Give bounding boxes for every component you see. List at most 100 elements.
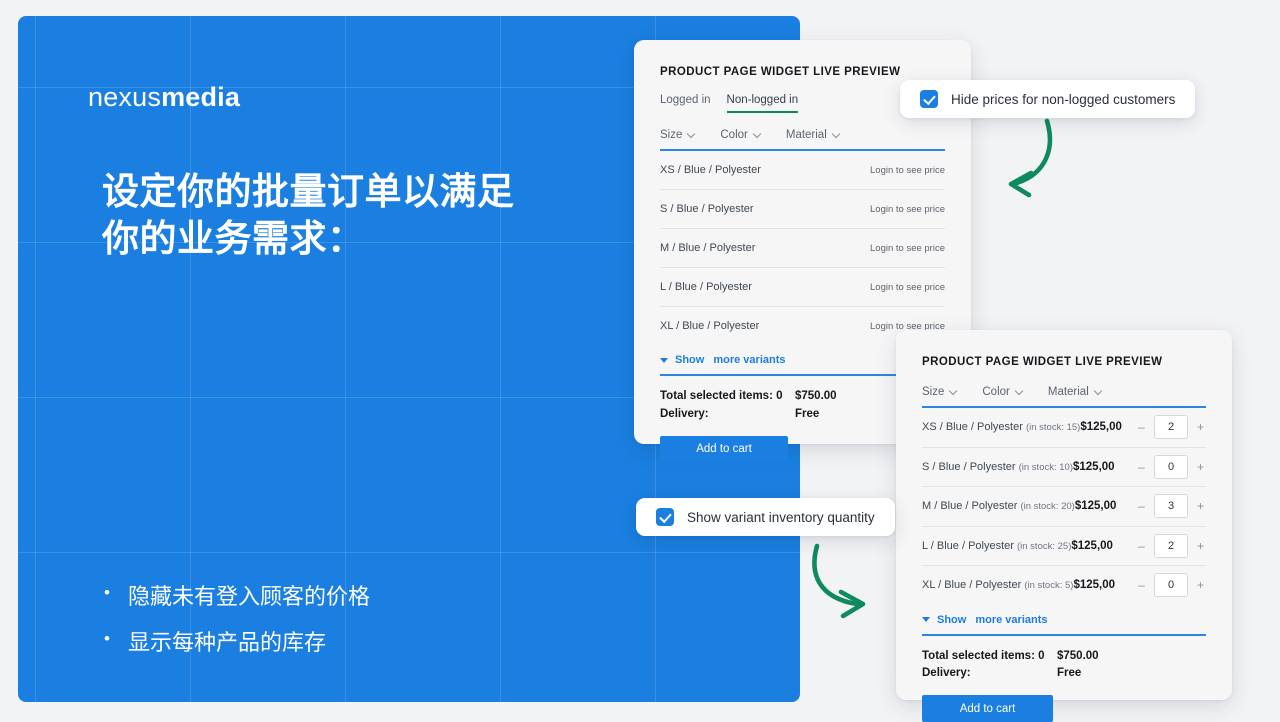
- chevron-down-icon: [688, 131, 696, 139]
- filter-size[interactable]: Size: [660, 129, 696, 141]
- decrement-button[interactable]: –: [1136, 500, 1147, 512]
- callout-hide-prices[interactable]: Hide prices for non-logged customers: [900, 80, 1195, 118]
- increment-button[interactable]: +: [1195, 461, 1206, 473]
- show-more-label-2: more variants: [975, 614, 1047, 626]
- quantity-input[interactable]: 2: [1154, 534, 1188, 558]
- show-more-label-1: Show: [937, 614, 966, 626]
- curved-arrow-icon-show-inventory: [795, 540, 905, 625]
- variant-name: XS / Blue / Polyester: [660, 164, 870, 176]
- filter-material[interactable]: Material: [1048, 386, 1103, 398]
- logo-text-bold: media: [161, 82, 240, 112]
- callout-show-inventory[interactable]: Show variant inventory quantity: [636, 498, 895, 536]
- list-item: 隐藏未有登入顾客的价格: [102, 586, 370, 608]
- variant-name: L / Blue / Polyester (in stock: 25): [922, 540, 1071, 552]
- callout-label: Hide prices for non-logged customers: [951, 92, 1175, 107]
- variant-name: M / Blue / Polyester: [660, 242, 870, 254]
- variant-price: $125,00: [1075, 500, 1136, 512]
- variant-stock: (in stock: 5): [1024, 580, 1073, 591]
- table-row: M / Blue / Polyester (in stock: 20) $125…: [922, 487, 1206, 527]
- list-item: 显示每种产品的库存: [102, 632, 370, 654]
- variant-price-locked: Login to see price: [870, 243, 945, 254]
- callout-label: Show variant inventory quantity: [687, 510, 875, 525]
- quantity-input[interactable]: 2: [1154, 415, 1188, 439]
- increment-button[interactable]: +: [1195, 500, 1206, 512]
- checkbox-checked-icon[interactable]: [656, 508, 674, 526]
- curved-arrow-icon-hide-prices: [975, 115, 1075, 205]
- quantity-stepper: – 0 +: [1136, 455, 1206, 479]
- variant-list: XS / Blue / Polyester Login to see price…: [660, 151, 945, 345]
- tab-logged-in[interactable]: Logged in: [660, 94, 711, 113]
- variant-name: XS / Blue / Polyester (in stock: 15): [922, 421, 1080, 433]
- variant-price: $125,00: [1073, 461, 1136, 473]
- summary-total-value: $750.00: [795, 388, 837, 406]
- variant-title: S / Blue / Polyester: [922, 461, 1016, 473]
- filter-color[interactable]: Color: [720, 129, 761, 141]
- summary-delivery-value: Free: [1057, 665, 1081, 683]
- filter-material-label: Material: [786, 129, 827, 141]
- variant-title: XS / Blue / Polyester: [922, 421, 1023, 433]
- quantity-stepper: – 2 +: [1136, 534, 1206, 558]
- increment-button[interactable]: +: [1195, 421, 1206, 433]
- summary-delivery-label: Delivery:: [660, 406, 795, 424]
- add-to-cart-button[interactable]: Add to cart: [660, 436, 788, 462]
- filter-color-label: Color: [720, 129, 747, 141]
- quantity-input[interactable]: 3: [1154, 494, 1188, 518]
- variant-price: $125,00: [1080, 421, 1136, 433]
- brand-logo: nexusmedia: [88, 84, 240, 111]
- variant-price: $125,00: [1071, 540, 1136, 552]
- show-more-label-1: Show: [675, 354, 704, 366]
- summary-total-value: $750.00: [1057, 648, 1099, 666]
- page-title: 设定你的批量订单以满足你的业务需求：: [102, 168, 532, 263]
- caret-down-icon: [922, 617, 930, 622]
- show-more-variants-button[interactable]: Show more variants: [922, 605, 1206, 636]
- variant-title: L / Blue / Polyester: [922, 540, 1014, 552]
- decrement-button[interactable]: –: [1136, 421, 1147, 433]
- filter-color-label: Color: [982, 386, 1009, 398]
- quantity-stepper: – 0 +: [1136, 573, 1206, 597]
- quantity-stepper: – 3 +: [1136, 494, 1206, 518]
- chevron-down-icon: [950, 388, 958, 396]
- table-row: S / Blue / Polyester Login to see price: [660, 190, 945, 229]
- decrement-button[interactable]: –: [1136, 461, 1147, 473]
- order-summary: Total selected items: 0 $750.00 Delivery…: [922, 636, 1206, 722]
- summary-row-total: Total selected items: 0 $750.00: [922, 648, 1206, 666]
- summary-delivery-label: Delivery:: [922, 665, 1057, 683]
- variant-name: L / Blue / Polyester: [660, 281, 870, 293]
- decrement-button[interactable]: –: [1136, 579, 1147, 591]
- table-row: L / Blue / Polyester Login to see price: [660, 268, 945, 307]
- variant-name: XL / Blue / Polyester (in stock: 5): [922, 579, 1073, 591]
- checkbox-checked-icon[interactable]: [920, 90, 938, 108]
- variant-title: XL / Blue / Polyester: [922, 579, 1021, 591]
- filter-material[interactable]: Material: [786, 129, 841, 141]
- filter-size-label: Size: [660, 129, 682, 141]
- quantity-input[interactable]: 0: [1154, 455, 1188, 479]
- caret-down-icon: [660, 358, 668, 363]
- table-row: S / Blue / Polyester (in stock: 10) $125…: [922, 448, 1206, 488]
- variant-stock: (in stock: 10): [1019, 462, 1073, 473]
- decrement-button[interactable]: –: [1136, 540, 1147, 552]
- variant-price-locked: Login to see price: [870, 204, 945, 215]
- logo-text-thin: nexus: [88, 82, 161, 112]
- filter-size[interactable]: Size: [922, 386, 958, 398]
- hero-bullet-list: 隐藏未有登入顾客的价格 显示每种产品的库存: [102, 586, 370, 678]
- increment-button[interactable]: +: [1195, 579, 1206, 591]
- variant-name: S / Blue / Polyester (in stock: 10): [922, 461, 1073, 473]
- table-row: XL / Blue / Polyester (in stock: 5) $125…: [922, 566, 1206, 605]
- variant-stock: (in stock: 20): [1020, 501, 1074, 512]
- chevron-down-icon: [1095, 388, 1103, 396]
- summary-delivery-value: Free: [795, 406, 819, 424]
- summary-row-delivery: Delivery: Free: [922, 665, 1206, 683]
- variant-name: M / Blue / Polyester (in stock: 20): [922, 500, 1075, 512]
- variant-price: $125,00: [1073, 579, 1136, 591]
- summary-total-label: Total selected items: 0: [660, 388, 795, 406]
- filter-color[interactable]: Color: [982, 386, 1023, 398]
- quantity-input[interactable]: 0: [1154, 573, 1188, 597]
- add-to-cart-button[interactable]: Add to cart: [922, 695, 1053, 722]
- variant-filter-bar: Size Color Material: [922, 386, 1206, 408]
- table-row: L / Blue / Polyester (in stock: 25) $125…: [922, 527, 1206, 567]
- increment-button[interactable]: +: [1195, 540, 1206, 552]
- tab-non-logged-in[interactable]: Non-logged in: [727, 94, 799, 113]
- table-row: XS / Blue / Polyester Login to see price: [660, 151, 945, 190]
- variant-filter-bar: Size Color Material: [660, 129, 945, 151]
- chevron-down-icon: [754, 131, 762, 139]
